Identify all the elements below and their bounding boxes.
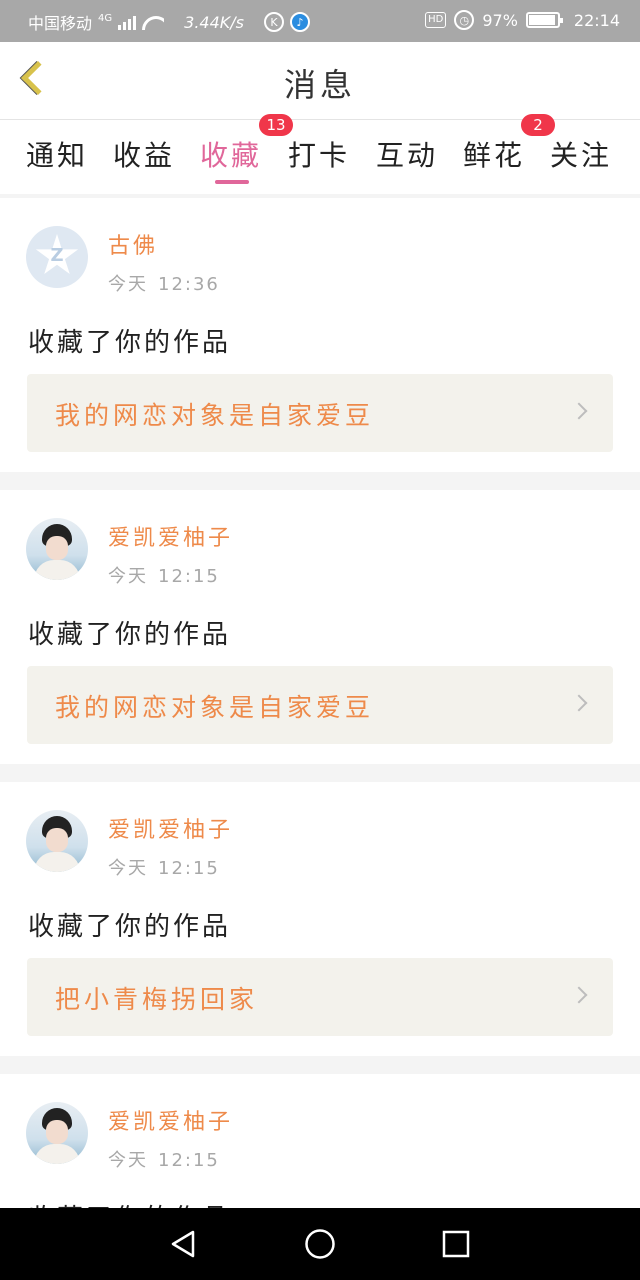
carrier-label: 中国移动 <box>28 14 93 33</box>
username[interactable]: 爱凯爱柚子 <box>108 1104 233 1136</box>
network-speed-label: 3.44K/s <box>184 12 244 32</box>
action-text: 收藏了你的作品 <box>28 328 232 358</box>
header: 消息 <box>0 42 640 120</box>
list-item: Z 古佛 今天 12:36 收藏了你的作品 我的网恋对象是自家爱豆 <box>0 198 640 472</box>
tab-interactions[interactable]: 互动 <box>376 134 438 174</box>
avatar[interactable] <box>26 810 88 872</box>
list-item: 爱凯爱柚子 今天 12:15 收藏了你的作品 把小青梅拐回家 <box>0 782 640 1056</box>
chevron-right-icon <box>570 402 588 420</box>
action-text: 收藏了你的作品 <box>28 912 232 942</box>
chevron-right-icon <box>570 694 588 712</box>
tab-checkin[interactable]: 打卡 <box>288 134 350 174</box>
flowers-badge: 2 <box>521 114 555 136</box>
list-item: 爱凯爱柚子 今天 12:15 收藏了你的作品 我的网恋对象是自家爱豆 <box>0 490 640 764</box>
timestamp: 今天 12:15 <box>108 566 220 587</box>
timestamp: 今天 12:15 <box>108 1150 220 1171</box>
tab-earnings[interactable]: 收益 <box>113 134 175 174</box>
battery-percent-label: 97% <box>482 10 518 30</box>
tab-favorites[interactable]: 收藏 <box>200 134 262 174</box>
username[interactable]: 爱凯爱柚子 <box>108 812 233 844</box>
work-title: 把小青梅拐回家 <box>55 985 259 1014</box>
status-bar: 中国移动 4G 3.44K/s K ♪ HD ◷ 97% 22:14 <box>0 0 640 42</box>
separator <box>0 1056 640 1074</box>
work-title: 我的网恋对象是自家爱豆 <box>55 401 375 430</box>
separator <box>0 472 640 490</box>
work-link[interactable]: 把小青梅拐回家 <box>27 958 613 1036</box>
tab-bar: 通知 收益 收藏 13 打卡 互动 鲜花 2 关注 <box>0 114 640 194</box>
action-text: 收藏了你的作品 <box>28 620 232 650</box>
network-type-label: 4G <box>98 12 113 24</box>
username[interactable]: 古佛 <box>108 228 158 260</box>
username[interactable]: 爱凯爱柚子 <box>108 520 233 552</box>
separator <box>0 764 640 782</box>
clock-label: 22:14 <box>573 10 620 30</box>
timestamp: 今天 12:36 <box>108 274 220 295</box>
work-title: 我的网恋对象是自家爱豆 <box>55 693 375 722</box>
avatar[interactable] <box>26 518 88 580</box>
app-notification-icon: ♪ <box>289 12 310 32</box>
timestamp: 今天 12:15 <box>108 858 220 879</box>
alarm-icon: ◷ <box>454 10 475 30</box>
k-app-icon: K <box>263 12 284 32</box>
tab-following[interactable]: 关注 <box>550 134 612 174</box>
work-link[interactable]: 我的网恋对象是自家爱豆 <box>27 374 613 452</box>
tab-notifications[interactable]: 通知 <box>26 134 88 174</box>
favorites-badge: 13 <box>259 114 293 136</box>
page-title: 消息 <box>283 66 356 104</box>
chevron-right-icon <box>570 986 588 1004</box>
tab-flowers[interactable]: 鲜花 <box>463 134 525 174</box>
avatar[interactable] <box>26 1102 88 1164</box>
nav-home-icon[interactable] <box>304 1228 336 1260</box>
nav-recent-icon[interactable] <box>442 1230 470 1258</box>
list-item: 爱凯爱柚子 今天12:15 收藏了你的作品 <box>0 1074 640 1208</box>
system-nav-bar <box>0 1208 640 1280</box>
hd-icon: HD <box>425 12 447 28</box>
signal-icon <box>118 14 137 30</box>
wifi-icon <box>142 14 164 30</box>
work-link[interactable]: 我的网恋对象是自家爱豆 <box>27 666 613 744</box>
battery-icon <box>525 12 563 28</box>
avatar[interactable]: Z <box>26 226 88 288</box>
active-tab-indicator <box>215 180 249 184</box>
nav-back-icon[interactable] <box>170 1230 196 1258</box>
action-text: 收藏了你的作品 <box>28 1198 231 1208</box>
